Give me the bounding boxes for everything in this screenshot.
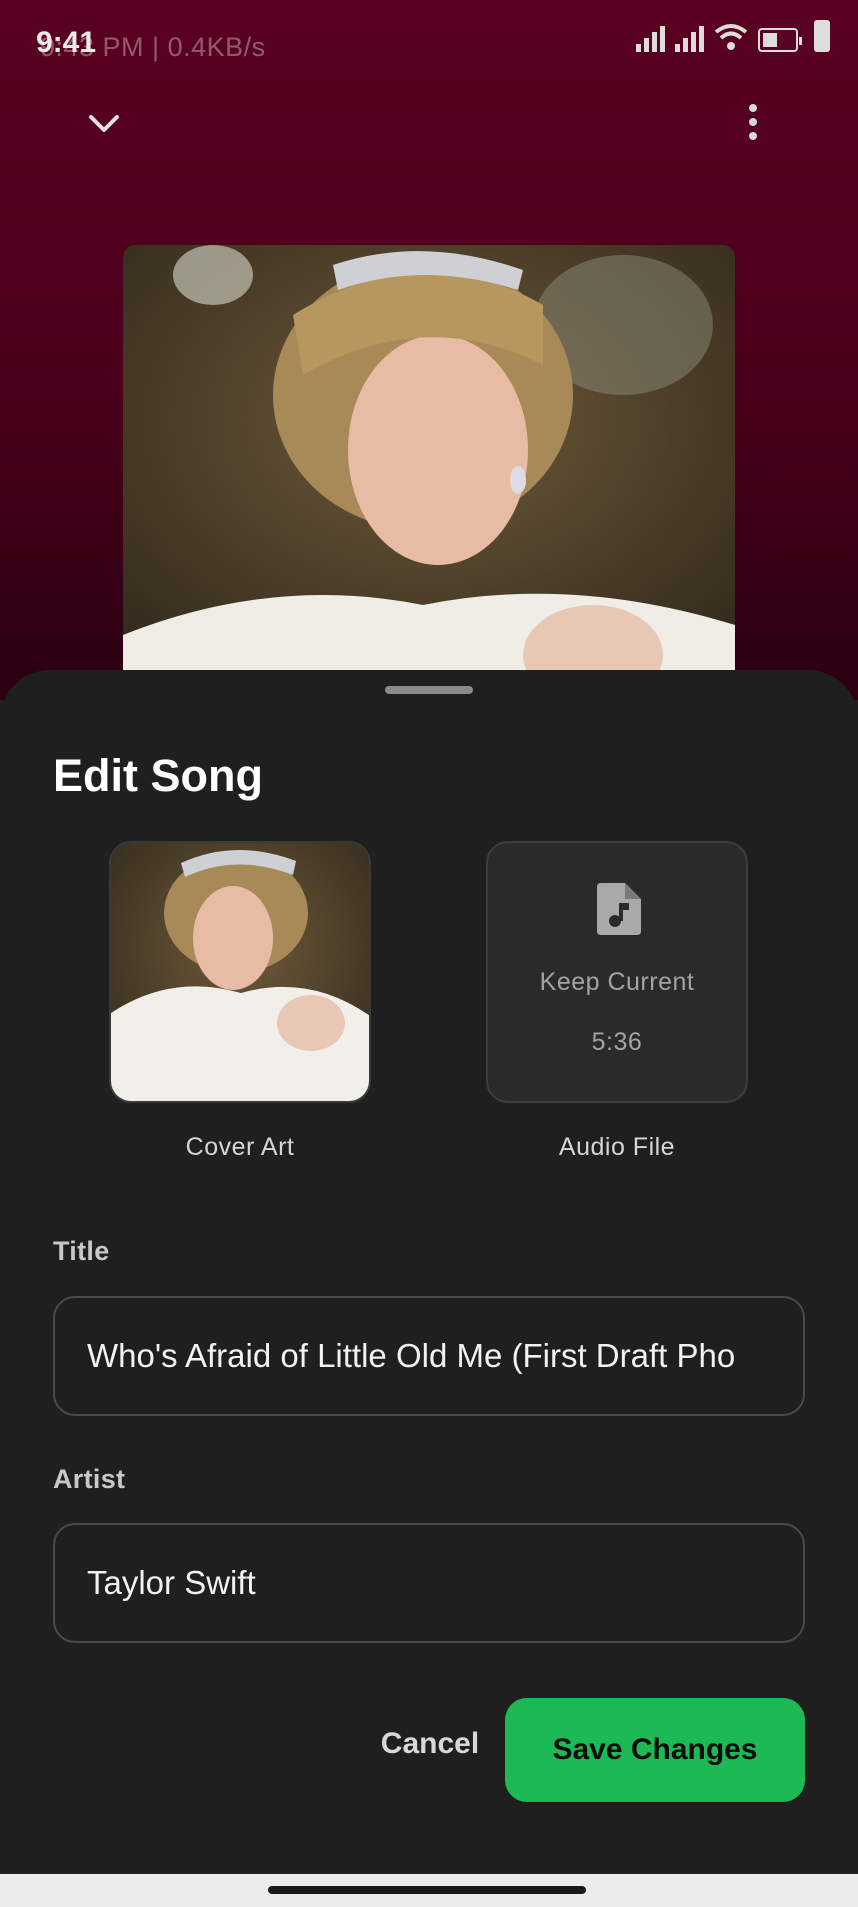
title-label: Title (53, 1236, 110, 1266)
player-album-art (123, 245, 735, 685)
music-file-icon (597, 883, 641, 935)
drag-handle[interactable] (385, 686, 473, 694)
signal-icon (675, 22, 704, 52)
collapse-button[interactable] (84, 104, 124, 144)
title-field[interactable] (53, 1296, 805, 1416)
battery-level-icon (814, 20, 830, 52)
status-time: 9:41 (36, 26, 97, 59)
wifi-icon (714, 24, 748, 50)
more-vertical-icon (749, 104, 757, 112)
title-input[interactable] (55, 1298, 803, 1414)
cancel-button[interactable]: Cancel (345, 1692, 515, 1796)
audio-file-status: Keep Current (539, 968, 695, 996)
more-options-button[interactable] (733, 100, 773, 144)
artist-input[interactable] (55, 1525, 803, 1641)
battery-icon (758, 28, 802, 52)
cover-art-picker[interactable] (109, 841, 371, 1103)
player-background: 9:43 PM | 0.4KB/s 9:41 (0, 0, 858, 700)
sheet-title: Edit Song (53, 750, 263, 801)
navigation-bar (0, 1874, 858, 1907)
edit-song-sheet: Edit Song Cover Art Keep Current 5:36 Au… (0, 670, 858, 1874)
home-indicator[interactable] (268, 1886, 586, 1894)
signal-icon (636, 22, 665, 52)
artist-label: Artist (53, 1464, 126, 1494)
chevron-down-icon (89, 115, 119, 132)
audio-file-picker[interactable]: Keep Current 5:36 (486, 841, 748, 1103)
cover-art-image (111, 843, 369, 1101)
status-bar: 9:43 PM | 0.4KB/s 9:41 (0, 0, 858, 80)
save-changes-button[interactable]: Save Changes (505, 1698, 805, 1802)
cover-art-caption: Cover Art (185, 1133, 295, 1161)
audio-file-caption: Audio File (558, 1133, 676, 1161)
status-icons (636, 20, 830, 52)
artist-field[interactable] (53, 1523, 805, 1643)
audio-file-duration: 5:36 (591, 1028, 643, 1056)
